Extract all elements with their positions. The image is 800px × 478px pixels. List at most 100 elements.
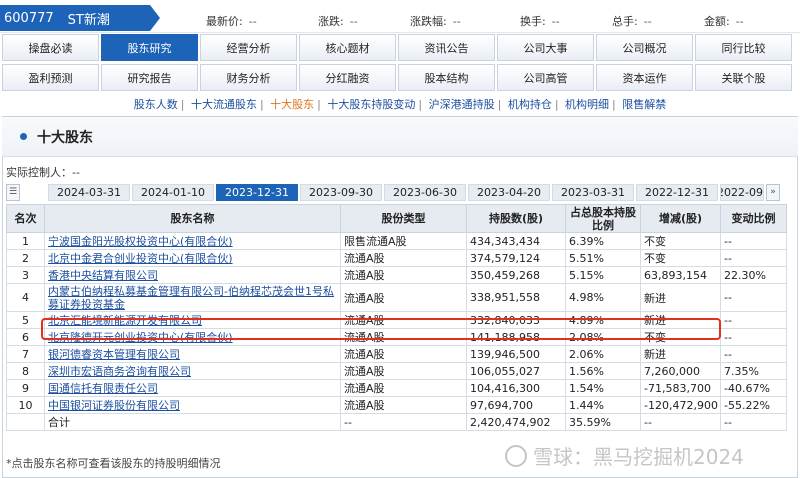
- quote-label: 涨跌:: [318, 15, 344, 28]
- section-title: 十大股东: [37, 129, 93, 146]
- holder-name-link[interactable]: 香港中央结算有限公司: [44, 266, 341, 284]
- rank-cell: 8: [6, 362, 45, 380]
- holder-name-link[interactable]: 中国银河证券股份有限公司: [44, 396, 341, 414]
- rank-cell: 4: [6, 283, 45, 312]
- subnav-shareholder-count[interactable]: 股东人数: [134, 98, 178, 111]
- nav-row-1: 操盘必读 股东研究 经营分析 核心题材 资讯公告 公司大事 公司概况 同行比较: [0, 34, 800, 61]
- change-cell: 7,260,000: [640, 362, 721, 380]
- change-cell: 新进: [640, 283, 721, 312]
- ratio-cell: 5.51%: [565, 249, 641, 267]
- total-change-pct-cell: --: [720, 413, 787, 431]
- nav-tab-related-stocks[interactable]: 关联个股: [695, 64, 792, 91]
- nav-tab-capital-structure[interactable]: 股本结构: [398, 64, 495, 91]
- nav-tab-shareholder-research[interactable]: 股东研究: [101, 34, 198, 61]
- nav-tab-earnings-forecast[interactable]: 盈利预测: [2, 64, 99, 91]
- col-header-shares: 持股数(股): [466, 204, 566, 233]
- table-row: 3 香港中央结算有限公司 流通A股 350,459,268 5.15% 63,8…: [6, 266, 787, 284]
- table-header-row: 名次 股东名称 股份类型 持股数(股) 占总股本持股比例 增减(股) 变动比例: [6, 204, 787, 233]
- holder-name-link[interactable]: 国通信托有限责任公司: [44, 379, 341, 397]
- rank-cell: 10: [6, 396, 45, 414]
- subnav-institutional-holdings[interactable]: 机构持仓: [508, 98, 552, 111]
- nav-tab-research-reports[interactable]: 研究报告: [101, 64, 198, 91]
- subnav-stock-connect[interactable]: 沪深港通持股: [429, 98, 495, 111]
- nav-tab-company-events[interactable]: 公司大事: [497, 34, 594, 61]
- date-tab-active[interactable]: 2023-12-31: [216, 183, 298, 201]
- share-type-cell: 限售流通A股: [340, 232, 467, 250]
- nav-tab-operation-guide[interactable]: 操盘必读: [2, 34, 99, 61]
- share-type-cell: 流通A股: [340, 311, 467, 329]
- quote-turnover: 换手: --: [520, 13, 560, 29]
- share-type-cell: 流通A股: [340, 328, 467, 346]
- nav-tab-capital-operations[interactable]: 资本运作: [596, 64, 693, 91]
- nav-tab-peer-comparison[interactable]: 同行比较: [695, 34, 792, 61]
- ratio-cell: 2.08%: [565, 328, 641, 346]
- holder-name-link[interactable]: 内蒙古伯纳程私募基金管理有限公司-伯纳程芯茂会世1号私募证券投资基金: [44, 283, 341, 312]
- table-row: 5 北京汇能境新能源开发有限公司 流通A股 332,840,033 4.89% …: [6, 311, 787, 329]
- main-nav: 操盘必读 股东研究 经营分析 核心题材 资讯公告 公司大事 公司概况 同行比较 …: [0, 34, 800, 94]
- subnav-separator: |: [317, 98, 321, 111]
- nav-tab-news-announcements[interactable]: 资讯公告: [398, 34, 495, 61]
- date-tab[interactable]: 2023-09-30: [300, 183, 382, 201]
- col-header-change-pct: 变动比例: [720, 204, 787, 233]
- nav-tab-company-overview[interactable]: 公司概况: [596, 34, 693, 61]
- share-type-cell: 流通A股: [340, 396, 467, 414]
- date-tab[interactable]: 2023-04-20: [468, 183, 550, 201]
- holder-name-link[interactable]: 宁波国金阳光股权投资中心(有限合伙): [44, 232, 341, 250]
- subnav-institution-details[interactable]: 机构明细: [565, 98, 609, 111]
- holder-name-link[interactable]: 深圳市宏语商务咨询有限公司: [44, 362, 341, 380]
- quote-bar: 600777 ST新潮 最新价: -- 涨跌: -- 涨跌幅: -- 换手: -- 总手…: [0, 0, 800, 33]
- change-pct-cell: --: [720, 249, 787, 267]
- nav-tab-core-themes[interactable]: 核心题材: [299, 34, 396, 61]
- subnav-top10-holding-changes[interactable]: 十大股东持股变动: [327, 98, 415, 111]
- table-row: 10 中国银河证券股份有限公司 流通A股 97,694,700 1.44% -1…: [6, 396, 787, 414]
- holder-name-link[interactable]: 北京汇能境新能源开发有限公司: [44, 311, 341, 329]
- change-pct-cell: -55.22%: [720, 396, 787, 414]
- ratio-cell: 5.15%: [565, 266, 641, 284]
- quote-volume: 总手: --: [612, 13, 652, 29]
- subnav-top10-float-holders[interactable]: 十大流通股东: [191, 98, 257, 111]
- ratio-cell: 6.39%: [565, 232, 641, 250]
- date-tab[interactable]: 2024-03-31: [48, 183, 130, 201]
- date-tab[interactable]: 2023-06-30: [384, 183, 466, 201]
- date-tab[interactable]: 2023-03-31: [552, 183, 634, 201]
- total-ratio-cell: 35.59%: [565, 413, 641, 431]
- subnav-separator: |: [554, 98, 559, 111]
- next-dates-icon[interactable]: »: [766, 183, 780, 201]
- nav-tab-dividends-financing[interactable]: 分红融资: [299, 64, 396, 91]
- subnav-top10-holders[interactable]: 十大股东: [270, 98, 314, 111]
- date-tab[interactable]: 2022-09-: [720, 183, 764, 201]
- table-row: 9 国通信托有限责任公司 流通A股 104,416,300 1.54% -71,…: [6, 379, 787, 397]
- nav-tab-financial-analysis[interactable]: 财务分析: [200, 64, 297, 91]
- quote-change-pct: 涨跌幅: --: [410, 13, 461, 29]
- shares-cell: 139,946,500: [466, 345, 566, 363]
- ratio-cell: 4.98%: [565, 283, 641, 312]
- date-tab[interactable]: 2024-01-10: [132, 183, 214, 201]
- col-header-holder-name: 股东名称: [44, 204, 341, 233]
- shares-cell: 434,343,434: [466, 232, 566, 250]
- holder-name-link[interactable]: 银河德睿资本管理有限公司: [44, 345, 341, 363]
- ratio-cell: 2.06%: [565, 345, 641, 363]
- subnav-separator: |: [497, 98, 502, 111]
- subnav-lockup-expiry[interactable]: 限售解禁: [622, 98, 666, 111]
- change-cell: -120,472,900: [640, 396, 721, 414]
- ratio-cell: 1.44%: [565, 396, 641, 414]
- subnav-separator: |: [612, 98, 616, 111]
- share-type-cell: 流通A股: [340, 362, 467, 380]
- nav-tab-executives[interactable]: 公司高管: [497, 64, 594, 91]
- rank-cell: 1: [6, 232, 45, 250]
- date-tab[interactable]: 2022-12-31: [636, 183, 718, 201]
- change-pct-cell: -40.67%: [720, 379, 787, 397]
- holder-name-link[interactable]: 北京隆德开元创业投资中心(有限合伙): [44, 328, 341, 346]
- ratio-cell: 1.54%: [565, 379, 641, 397]
- table-row: 4 内蒙古伯纳程私募基金管理有限公司-伯纳程芯茂会世1号私募证券投资基金 流通A…: [6, 283, 787, 312]
- holder-name-link[interactable]: 北京中金君合创业投资中心(有限合伙): [44, 249, 341, 267]
- quote-label: 最新价:: [206, 15, 243, 28]
- change-cell: 不变: [640, 232, 721, 250]
- shares-cell: 350,459,268: [466, 266, 566, 284]
- total-change-cell: --: [640, 413, 721, 431]
- subnav-separator: |: [418, 98, 423, 111]
- nav-tab-business-analysis[interactable]: 经营分析: [200, 34, 297, 61]
- total-rank-cell: [6, 413, 45, 431]
- list-toggle-icon[interactable]: ☰: [6, 183, 20, 201]
- quote-change: 涨跌: --: [318, 13, 358, 29]
